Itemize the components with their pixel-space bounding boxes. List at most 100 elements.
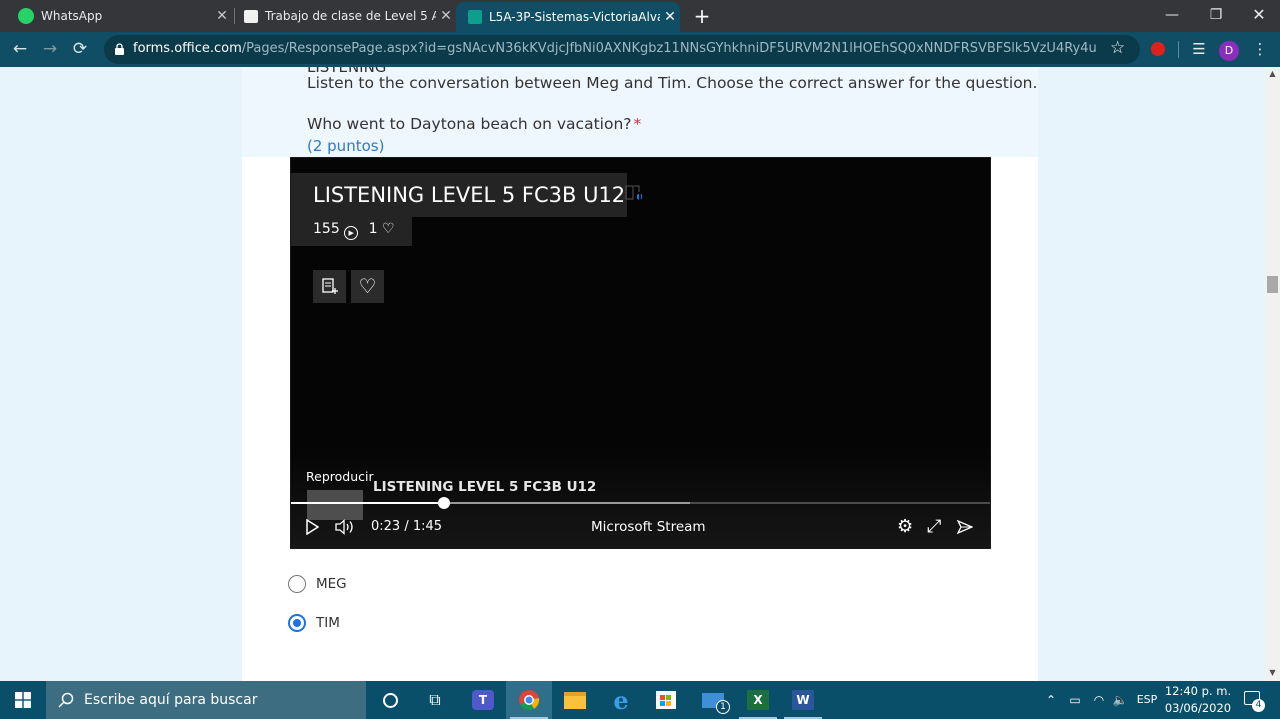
tab-separator (234, 8, 235, 24)
browser-tab-strip: WhatsApp ✕ Trabajo de clase de Level 5 A… (0, 0, 1280, 32)
play-tooltip: Reproducir (306, 469, 374, 484)
question-text: Who went to Daytona beach on vacation? (307, 115, 632, 133)
progress-played (291, 502, 444, 504)
tab-title: WhatsApp (41, 9, 103, 23)
folder-icon (564, 691, 586, 709)
page-content: LISTENING Listen to the conversation bet… (0, 67, 1265, 681)
view-count: 155 (313, 221, 340, 237)
task-view-button[interactable]: ⧉ (412, 681, 458, 719)
cortana-icon (382, 692, 398, 708)
required-marker: * (633, 115, 642, 133)
option-label: MEG (316, 576, 347, 592)
likes-heart-icon: ♡ (382, 221, 395, 237)
video-title-box: LISTENING LEVEL 5 FC3B U12 (291, 173, 627, 217)
close-tab-icon[interactable]: ✕ (436, 8, 456, 24)
minimize-button[interactable]: — (1150, 0, 1194, 30)
time-display: 0:23 / 1:45 (371, 519, 443, 534)
fullscreen-icon[interactable]: ⤢ (927, 515, 941, 539)
task-view-icon: ⧉ (429, 690, 441, 709)
tab-classroom[interactable]: Trabajo de clase de Level 5 A ✕ (236, 0, 456, 32)
current-time: 0:23 (371, 519, 401, 534)
settings-gear-icon[interactable]: ⚙ (897, 515, 913, 539)
wifi-icon[interactable]: ◠ (1090, 691, 1108, 709)
url-host: forms.office.com (133, 41, 242, 56)
scroll-up-arrow[interactable]: ▲ (1268, 69, 1277, 78)
show-hidden-icons-button[interactable]: ⌃ (1043, 691, 1059, 709)
word-app[interactable]: W (780, 681, 826, 719)
menu-icon[interactable]: ⋮ (1248, 37, 1272, 61)
profile-avatar[interactable]: D (1217, 37, 1241, 61)
teams-app[interactable]: T (460, 681, 506, 719)
tab-title: Trabajo de clase de Level 5 A (265, 9, 436, 23)
form-card: LISTENING Listen to the conversation bet… (242, 67, 1038, 681)
clock-time: 12:40 p. m. (1164, 684, 1232, 698)
file-explorer-app[interactable] (552, 681, 598, 719)
close-window-button[interactable]: ✕ (1237, 0, 1280, 30)
browser-toolbar: ← → ⟳ forms.office.com/Pages/ResponsePag… (0, 32, 1280, 67)
immersive-reader-icon[interactable] (625, 184, 645, 202)
extension-icon[interactable] (1146, 37, 1170, 61)
store-app[interactable] (643, 681, 689, 719)
share-icon (956, 519, 974, 535)
share-button[interactable] (956, 515, 974, 539)
like-count: 1 (368, 221, 378, 237)
option-label: TIM (316, 615, 340, 631)
progress-handle[interactable] (438, 497, 450, 509)
question-points: (2 puntos) (307, 137, 385, 155)
radio-button-selected[interactable] (288, 614, 306, 632)
close-tab-icon[interactable]: ✕ (212, 8, 232, 24)
bookmark-star-icon[interactable]: ☆ (1110, 38, 1125, 58)
tab-whatsapp[interactable]: WhatsApp ✕ (8, 0, 232, 32)
clock-date: 03/06/2020 (1164, 701, 1232, 715)
battery-icon[interactable]: ▭ (1066, 691, 1084, 709)
excel-app[interactable]: X (735, 681, 781, 719)
start-button[interactable] (0, 681, 46, 719)
reload-button[interactable]: ⟳ (67, 36, 93, 62)
volume-tray-icon[interactable]: 🔈 (1110, 691, 1130, 709)
cortana-button[interactable] (367, 681, 413, 719)
chrome-app[interactable] (506, 681, 552, 719)
like-button[interactable]: ♡ (351, 270, 384, 303)
play-button[interactable] (305, 515, 323, 539)
scroll-down-arrow[interactable]: ▼ (1268, 668, 1277, 677)
video-stats: 155 ▶ 1 ♡ (291, 217, 412, 246)
restore-button[interactable]: ❐ (1194, 0, 1238, 30)
search-placeholder: Escribe aquí para buscar (84, 692, 258, 708)
action-center-button[interactable]: 4 (1240, 691, 1265, 712)
teams-icon: T (472, 690, 494, 710)
radio-button[interactable] (288, 575, 306, 593)
search-icon (58, 692, 74, 708)
system-clock[interactable]: 12:40 p. m. 03/06/2020 (1160, 683, 1236, 717)
media-control-icon[interactable]: ☰ (1187, 37, 1211, 61)
excel-icon: X (747, 690, 769, 710)
chrome-icon (519, 690, 540, 711)
word-icon: W (792, 690, 814, 710)
edge-app[interactable]: e (598, 681, 644, 719)
edge-icon: e (613, 685, 629, 715)
page-scrollbar[interactable]: ▲ ▼ (1265, 67, 1280, 681)
store-bag-icon (656, 691, 676, 709)
close-tab-icon[interactable]: ✕ (660, 9, 680, 25)
mail-app[interactable]: 1 (690, 681, 736, 719)
back-button[interactable]: ← (7, 36, 33, 62)
video-bottom-title: LISTENING LEVEL 5 FC3B U12 (373, 479, 597, 495)
views-icon: ▶ (344, 226, 359, 240)
play-icon (306, 518, 320, 536)
new-tab-button[interactable]: + (690, 4, 714, 28)
taskbar: Escribe aquí para buscar ⧉ T e 1 X W ⌃ ▭… (0, 681, 1280, 719)
tab-forms[interactable]: L5A-3P-Sistemas-VictoriaAlvarez ✕ (456, 2, 680, 32)
stream-brand: Microsoft Stream (591, 519, 706, 535)
scrollbar-thumb[interactable] (1267, 276, 1278, 293)
windows-logo-icon (15, 692, 31, 708)
volume-button[interactable] (335, 515, 357, 539)
language-indicator[interactable]: ESP (1135, 691, 1159, 709)
address-bar[interactable]: forms.office.com/Pages/ResponsePage.aspx… (104, 35, 1140, 64)
mail-badge: 1 (716, 700, 730, 714)
option-meg[interactable]: MEG (288, 574, 347, 594)
forward-button[interactable]: → (37, 36, 63, 62)
option-tim[interactable]: TIM (288, 613, 340, 633)
duration: 1:45 (412, 519, 443, 534)
video-player[interactable]: LISTENING LEVEL 5 FC3B U12 155 ▶ 1 ♡ ♡ L… (290, 157, 991, 549)
taskbar-search-box[interactable]: Escribe aquí para buscar (46, 681, 366, 719)
add-to-playlist-button[interactable] (313, 270, 346, 303)
